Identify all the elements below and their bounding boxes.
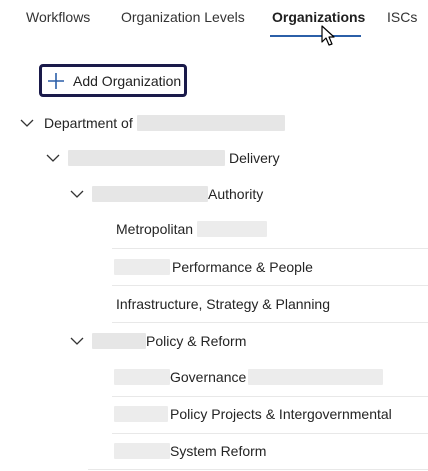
divider bbox=[88, 469, 428, 470]
tree-node-label: Performance & People bbox=[172, 259, 313, 275]
active-tab-indicator bbox=[270, 35, 361, 37]
redacted-text bbox=[136, 115, 285, 131]
tab-organization-levels[interactable]: Organization Levels bbox=[121, 9, 245, 25]
redacted-text bbox=[197, 221, 268, 237]
tab-workflows[interactable]: Workflows bbox=[26, 9, 90, 25]
tree-node-department[interactable]: Department of bbox=[44, 106, 285, 140]
tab-bar: Workflows Organization Levels Organizati… bbox=[0, 0, 428, 46]
chevron-down-icon[interactable] bbox=[46, 153, 60, 163]
redacted-text bbox=[92, 186, 208, 202]
tree-node-policy-projects[interactable]: Policy Projects & Intergovernmental bbox=[114, 397, 392, 431]
tree-node-infrastructure[interactable]: Infrastructure, Strategy & Planning bbox=[116, 287, 330, 321]
tree-node-system-reform[interactable]: System Reform bbox=[114, 434, 266, 468]
redacted-text bbox=[68, 150, 225, 166]
tree-node-label: Metropolitan bbox=[116, 221, 194, 237]
tree-node-label: Department of bbox=[44, 115, 133, 131]
tree-node-governance[interactable]: Governance bbox=[114, 360, 384, 394]
redacted-text bbox=[114, 369, 170, 385]
chevron-down-icon[interactable] bbox=[20, 118, 34, 128]
plus-icon bbox=[48, 72, 64, 89]
tree-node-label: Delivery bbox=[229, 150, 280, 166]
tree-node-performance[interactable]: Performance & People bbox=[114, 250, 313, 284]
redacted-text bbox=[248, 369, 384, 385]
add-organization-button[interactable]: Add Organization bbox=[39, 64, 187, 97]
chevron-down-icon[interactable] bbox=[70, 189, 84, 199]
tree-node-authority[interactable]: Authority bbox=[92, 177, 263, 211]
tab-organizations[interactable]: Organizations bbox=[272, 9, 365, 25]
tree-node-policy-reform[interactable]: Policy & Reform bbox=[92, 324, 246, 358]
tree-node-label: Authority bbox=[208, 186, 264, 202]
redacted-text bbox=[114, 443, 170, 459]
tree-node-label: Infrastructure, Strategy & Planning bbox=[116, 296, 330, 312]
tab-iscs[interactable]: ISCs bbox=[387, 9, 417, 25]
divider bbox=[112, 285, 428, 286]
tree-node-label: System Reform bbox=[170, 443, 267, 459]
chevron-down-icon[interactable] bbox=[70, 336, 84, 346]
divider bbox=[112, 322, 428, 323]
redacted-text bbox=[114, 406, 168, 422]
mouse-cursor-icon bbox=[321, 25, 335, 46]
redacted-text bbox=[114, 259, 170, 275]
tree-node-metropolitan[interactable]: Metropolitan bbox=[116, 212, 268, 246]
tree-node-label: Policy Projects & Intergovernmental bbox=[170, 406, 392, 422]
redacted-text bbox=[92, 333, 146, 349]
add-organization-label: Add Organization bbox=[73, 72, 182, 89]
tree-node-label: Policy & Reform bbox=[146, 333, 247, 349]
tree-node-delivery[interactable]: Delivery bbox=[68, 141, 280, 175]
tree-node-label: Governance bbox=[170, 369, 247, 385]
divider bbox=[112, 248, 428, 249]
